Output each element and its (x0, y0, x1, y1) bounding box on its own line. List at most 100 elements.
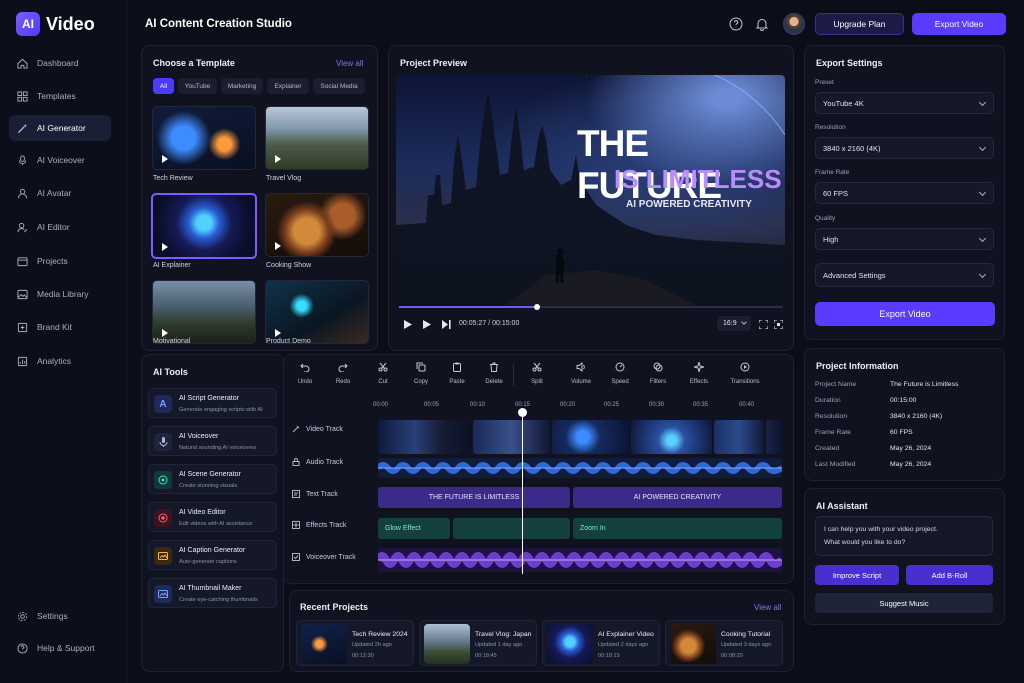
video-clip[interactable] (473, 420, 550, 454)
recent-view-all-link[interactable]: View all (754, 603, 781, 612)
filter-chip-social-media[interactable]: Social Media (313, 78, 365, 94)
filters-button[interactable]: Filters (642, 362, 674, 385)
preview-video[interactable]: THE FUTURE IS LIMITLESS AI POWERED CREAT… (396, 75, 785, 305)
toolbar-label: Paste (449, 379, 465, 385)
tool-ai-voiceover[interactable]: AI Voiceover Natural sounding AI voiceov… (148, 426, 277, 456)
sidebar-item-settings[interactable]: Settings (9, 603, 111, 629)
recent-project-card[interactable]: Cooking Tutorial Updated 3 days ago 00:0… (665, 620, 783, 666)
sidebar-item-analytics[interactable]: Analytics (9, 348, 111, 374)
sidebar-item-ai-generator[interactable]: AI Generator (9, 115, 111, 141)
template-ai-explainer[interactable] (151, 193, 257, 259)
tool-ai-video-editor[interactable]: AI Video Editor Edit videos with AI assi… (148, 502, 277, 532)
audio-clip[interactable] (375, 458, 784, 478)
sidebar-item-projects[interactable]: Projects (9, 248, 111, 274)
sidebar-item-media-library[interactable]: Media Library (9, 281, 111, 307)
template-cooking-show[interactable] (265, 193, 369, 257)
effect-clip[interactable] (453, 518, 570, 539)
play-icon[interactable] (403, 319, 413, 329)
timeline-playhead[interactable] (522, 412, 523, 574)
filter-chip-all[interactable]: All (153, 78, 174, 94)
bell-icon[interactable] (754, 16, 770, 32)
help-icon[interactable] (728, 16, 744, 32)
sidebar-item-ai-voiceover[interactable]: AI Voiceover (9, 147, 111, 173)
suggest-music-button[interactable]: Suggest Music (815, 593, 993, 613)
tool-ai-thumbnail-maker[interactable]: AI Thumbnail Maker Create eye-catching t… (148, 578, 277, 608)
tool-ai-caption-generator[interactable]: AI Caption Generator Auto-generate capti… (148, 540, 277, 570)
template-tech-review[interactable] (152, 106, 256, 170)
text-clip[interactable]: THE FUTURE IS LIMITLESS (378, 487, 570, 508)
assistant-message: I can help you with your video project. … (815, 516, 993, 556)
sidebar-item-help[interactable]: Help & Support (9, 635, 111, 661)
template-travel-vlog[interactable] (265, 106, 369, 170)
sidebar-item-ai-editor[interactable]: AI Editor (9, 214, 111, 240)
track-video[interactable]: Video Track (292, 425, 343, 433)
skip-end-icon[interactable] (441, 319, 451, 329)
video-clip[interactable] (552, 420, 629, 454)
cut-button[interactable]: Cut (367, 362, 399, 385)
track-audio[interactable]: Audio Track (292, 458, 343, 466)
framerate-value: 60 FPS (823, 188, 849, 198)
text-clip[interactable]: AI POWERED CREATIVITY (573, 487, 782, 508)
fullscreen-icon[interactable] (773, 319, 783, 329)
quality-select[interactable]: High (815, 228, 994, 250)
sidebar-item-templates[interactable]: Templates (9, 83, 111, 109)
tool-ai-scene-generator[interactable]: AI Scene Generator Create stunning visua… (148, 464, 277, 494)
track-effects[interactable]: Effects Track (292, 521, 346, 529)
logo-text: Video (46, 13, 95, 34)
speed-button[interactable]: Speed (604, 362, 636, 385)
aspect-ratio-select[interactable]: 16:9 (717, 316, 751, 331)
sidebar-item-ai-avatar[interactable]: AI Avatar (9, 180, 111, 206)
effects-button[interactable]: Effects (683, 362, 715, 385)
playhead-handle[interactable] (518, 408, 527, 417)
redo-button[interactable]: Redo (327, 362, 359, 385)
filter-chip-explainer[interactable]: Explainer (267, 78, 309, 94)
app-logo[interactable]: AI Video (16, 12, 95, 36)
framerate-select[interactable]: 60 FPS (815, 182, 994, 204)
recent-project-card[interactable]: Tech Review 2024 Updated 2h ago 00:12:30 (296, 620, 414, 666)
recent-project-card[interactable]: AI Explainer Video Updated 2 days ago 00… (542, 620, 660, 666)
tool-desc: Auto-generate captions (179, 559, 237, 565)
template-motivational[interactable] (152, 280, 256, 344)
improve-script-button[interactable]: Improve Script (815, 565, 899, 585)
effect-clip[interactable]: Glow Effect (378, 518, 450, 539)
volume-button[interactable]: Volume (565, 362, 597, 385)
split-button[interactable]: Split (521, 362, 553, 385)
playback-progress-track[interactable] (399, 304, 783, 310)
export-settings-export-button[interactable]: Export Video (815, 302, 995, 326)
fit-screen-icon[interactable] (758, 319, 768, 329)
export-video-button[interactable]: Export Video (912, 13, 1006, 35)
effect-clip[interactable]: Zoom In (573, 518, 782, 539)
video-clip[interactable] (714, 420, 764, 454)
avatar[interactable] (783, 13, 805, 35)
advanced-settings-toggle[interactable]: Advanced Settings (815, 263, 994, 287)
video-clip[interactable] (766, 420, 782, 454)
track-text[interactable]: Text Track (292, 490, 338, 498)
template-product-demo[interactable] (265, 280, 369, 344)
tool-ai-script-generator[interactable]: A AI Script Generator Generate engaging … (148, 388, 277, 418)
video-clip[interactable] (378, 420, 471, 454)
filter-chip-marketing[interactable]: Marketing (221, 78, 263, 94)
paste-button[interactable]: Paste (441, 362, 473, 385)
sidebar: AI Video Dashboard Templates AI Generato… (0, 0, 127, 683)
resolution-select[interactable]: 3840 x 2160 (4K) (815, 137, 994, 159)
sidebar-item-brand-kit[interactable]: Brand Kit (9, 314, 111, 340)
track-voiceover[interactable]: Voiceover Track (292, 553, 356, 561)
templates-view-all-link[interactable]: View all (336, 59, 363, 68)
delete-button[interactable]: Delete (478, 362, 510, 385)
preset-select[interactable]: YouTube 4K (815, 92, 994, 114)
video-clip[interactable] (631, 420, 712, 454)
upgrade-plan-button[interactable]: Upgrade Plan (815, 13, 904, 35)
voiceover-clip[interactable] (374, 548, 785, 572)
next-frame-icon[interactable] (422, 319, 432, 329)
recent-project-card[interactable]: Travel Vlog: Japan Updated 1 day ago 00:… (419, 620, 537, 666)
trash-icon (490, 362, 498, 372)
add-broll-button[interactable]: Add B-Roll (906, 565, 993, 585)
filter-chip-youtube[interactable]: YouTube (178, 78, 217, 94)
chevron-down-icon (978, 270, 987, 279)
undo-button[interactable]: Undo (289, 362, 321, 385)
transitions-button[interactable]: Transitions (727, 362, 763, 385)
copy-button[interactable]: Copy (405, 362, 437, 385)
sidebar-item-dashboard[interactable]: Dashboard (9, 50, 111, 76)
template-label: AI Explainer (153, 262, 191, 269)
tool-desc: Natural sounding AI voiceovers (179, 445, 257, 451)
